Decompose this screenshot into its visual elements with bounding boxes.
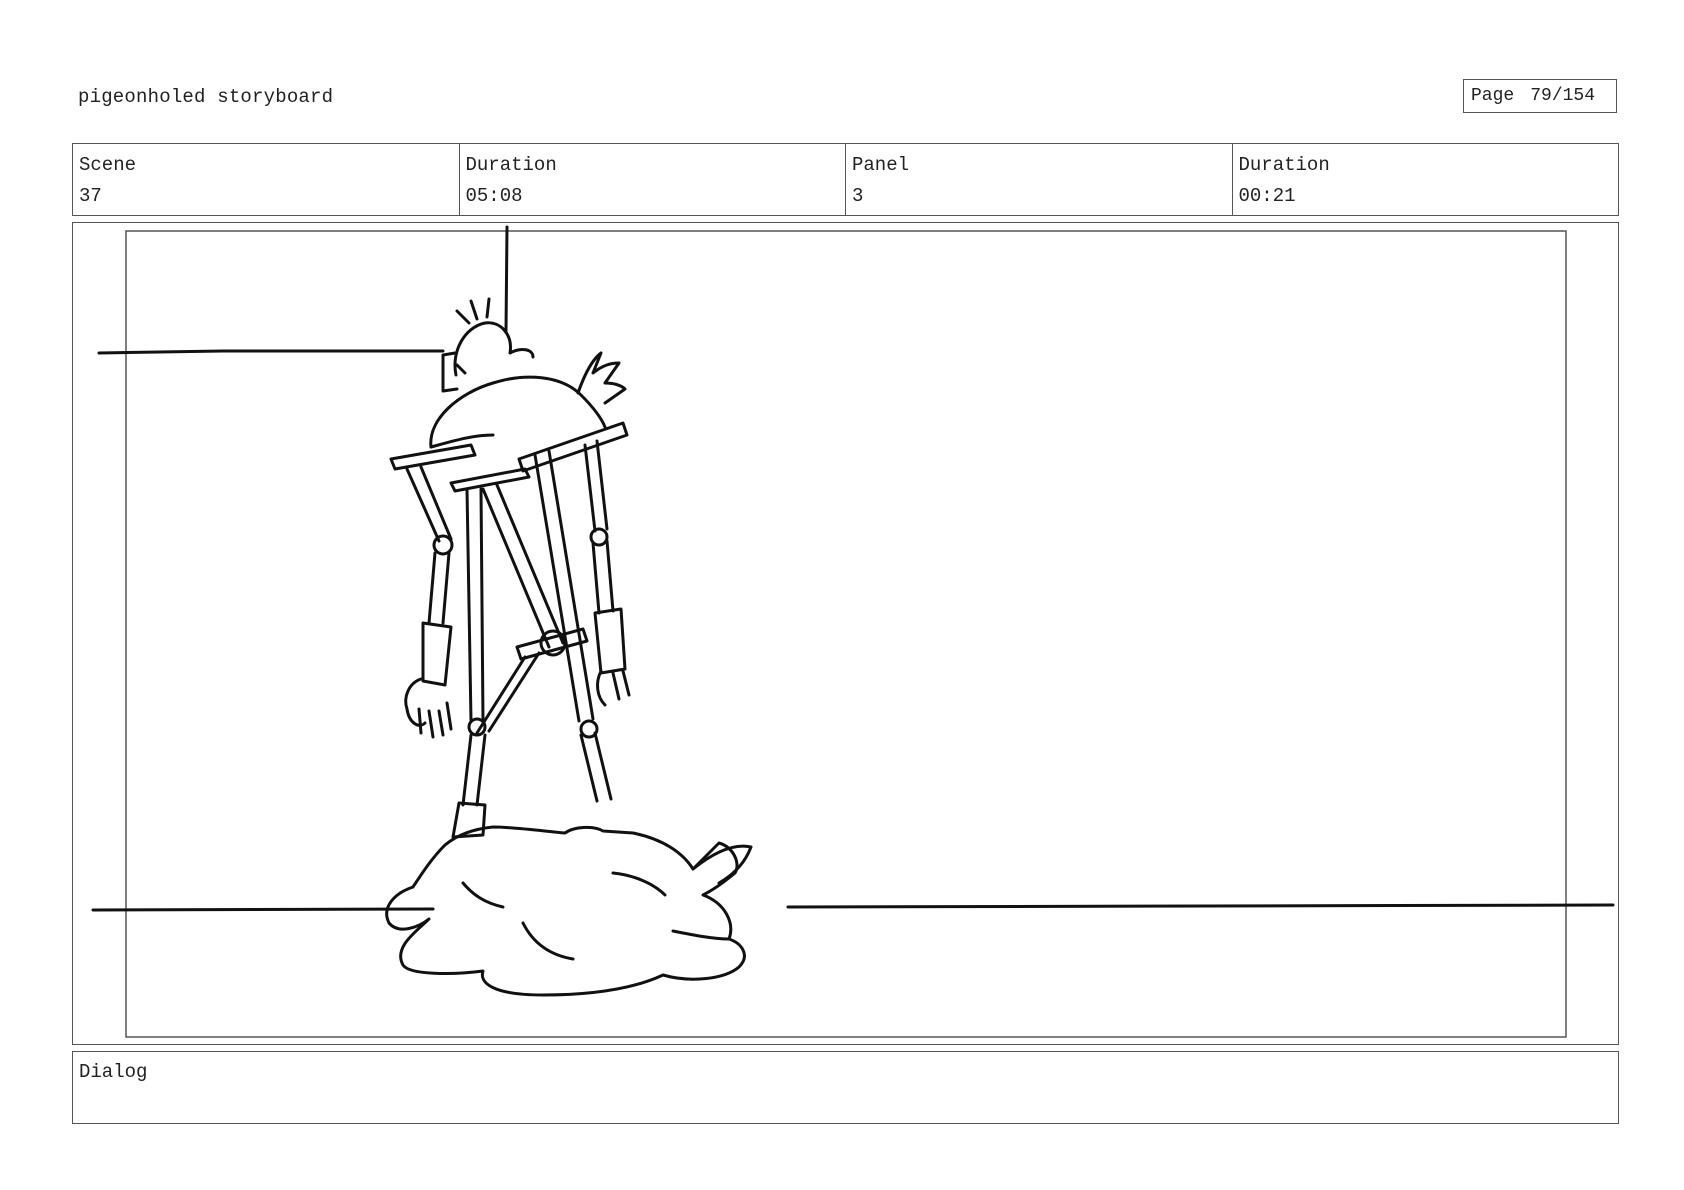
panel-duration-value: 00:21 — [1238, 185, 1296, 207]
right-shin — [579, 731, 613, 803]
left-shin — [461, 733, 487, 807]
dialog-box: Dialog — [72, 1051, 1619, 1124]
page-label: Page — [1471, 86, 1515, 106]
left-forearm — [427, 551, 451, 625]
right-glove — [593, 607, 627, 675]
costume-fold-1 — [521, 921, 575, 961]
costume-fold-3 — [611, 871, 667, 897]
shoulder-bar-left — [389, 443, 477, 471]
dialog-label: Dialog — [79, 1061, 148, 1083]
page-number: 79/154 — [1530, 86, 1596, 106]
pigeon-eye — [455, 363, 467, 375]
pigeon-head — [453, 321, 535, 377]
panel-info-row: Scene 37 Duration 05:08 Panel 3 Duration… — [72, 143, 1619, 216]
panel-cell: Panel 3 — [846, 144, 1233, 215]
left-hand — [404, 677, 453, 739]
page-indicator: Page 79/154 — [1463, 79, 1617, 113]
shoulder-bar-mid — [449, 467, 531, 493]
storyboard-panel — [72, 222, 1619, 1045]
pigeon-tail-feathers — [576, 351, 627, 405]
support-stick — [504, 225, 509, 333]
right-hand — [596, 669, 631, 707]
left-elbow-joint — [432, 534, 454, 556]
right-thigh — [533, 449, 595, 723]
panel-value: 3 — [852, 185, 864, 207]
costume-fold-2 — [461, 881, 505, 909]
center-stilt — [481, 483, 565, 649]
scene-label: Scene — [79, 154, 137, 176]
scene-cell: Scene 37 — [73, 144, 460, 215]
floor-line-right — [786, 903, 1615, 909]
pigeon-hair — [455, 297, 491, 325]
left-glove — [421, 621, 453, 687]
costume-wing-tip — [691, 844, 753, 885]
storyboard-drawing — [91, 225, 1615, 1038]
left-thigh — [465, 487, 485, 723]
right-forearm — [591, 539, 615, 615]
costume-fold-4 — [671, 929, 731, 941]
right-upper-arm — [583, 439, 609, 533]
panel-duration-label: Duration — [1238, 154, 1330, 176]
costume-pile — [385, 825, 746, 997]
document-title: pigeonholed storyboard — [78, 86, 334, 108]
scene-duration-cell: Duration 05:08 — [460, 144, 846, 215]
scene-duration-label: Duration — [465, 154, 557, 176]
wall-line — [97, 349, 445, 355]
center-lower-stilt — [475, 651, 541, 735]
scene-value: 37 — [79, 185, 102, 207]
floor-line-left — [91, 907, 435, 912]
left-upper-arm — [405, 465, 453, 543]
panel-duration-cell: Duration 00:21 — [1233, 144, 1619, 215]
panel-label: Panel — [852, 154, 910, 176]
scene-duration-value: 05:08 — [465, 185, 523, 207]
